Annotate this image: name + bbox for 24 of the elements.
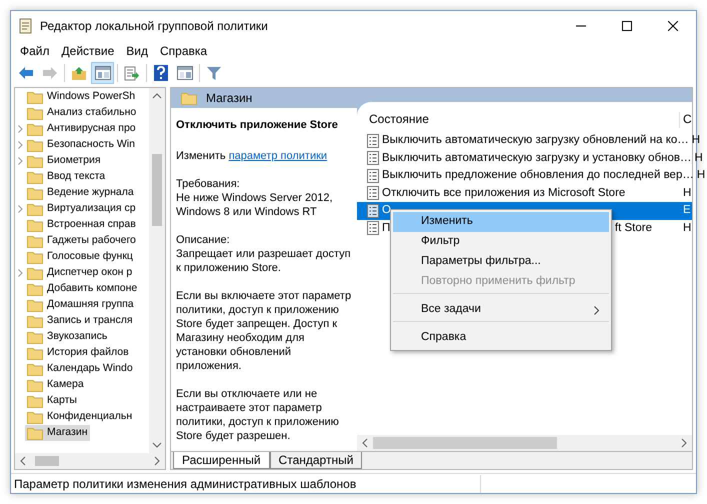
description-label: Описание: bbox=[176, 233, 231, 247]
state-cell-text: Н bbox=[694, 150, 703, 166]
description-paragraph: Запрещает или разрешает доступ к приложению Store. bbox=[176, 247, 352, 275]
policy-name: Выключить автоматическую загрузку обновлений на ко… bbox=[382, 133, 689, 148]
section-title: Магазин bbox=[206, 90, 252, 107]
state-cell-text: Н bbox=[682, 186, 692, 201]
description-paragraph: Если вы отключаете или не настраиваете этот параметр политики, доступ к приложению Store будет разрешен. bbox=[176, 387, 340, 443]
status-bar-text: Параметр политики изменения административных шаблонов bbox=[11, 474, 481, 492]
state-cell-text: Н bbox=[682, 220, 692, 236]
description-paragraph: Если вы включаете этот параметр политики, доступ к приложению Store будет запрещен. Доступ к Магазину необходим для установки обновлений приложения. bbox=[176, 289, 352, 373]
policy-name: О bbox=[382, 203, 391, 218]
requirements-text: Не ниже Windows Server 2012, Windows 8 или Windows RT bbox=[176, 191, 334, 219]
policy-name: Выключить автоматическую загрузку и установку обнов… bbox=[382, 150, 692, 166]
state-cell-text: Н bbox=[696, 168, 706, 184]
requirements-label: Требования: bbox=[176, 177, 241, 191]
policy-name: Отключить все приложения из Microsoft Store bbox=[382, 186, 626, 201]
policy-name-end: ft Store bbox=[614, 220, 652, 236]
policy-title: Отключить приложение Store bbox=[176, 118, 339, 132]
edit-policy-text: Изменить параметр политики bbox=[176, 149, 328, 163]
state-cell-text: Н bbox=[690, 133, 700, 148]
state-cell-text: Е bbox=[682, 203, 692, 218]
policy-name: Выключить предложение обновления до последней вер… bbox=[382, 168, 694, 184]
policy-name: П bbox=[382, 220, 390, 236]
window-title: Редактор локальной групповой политики bbox=[40, 18, 268, 35]
